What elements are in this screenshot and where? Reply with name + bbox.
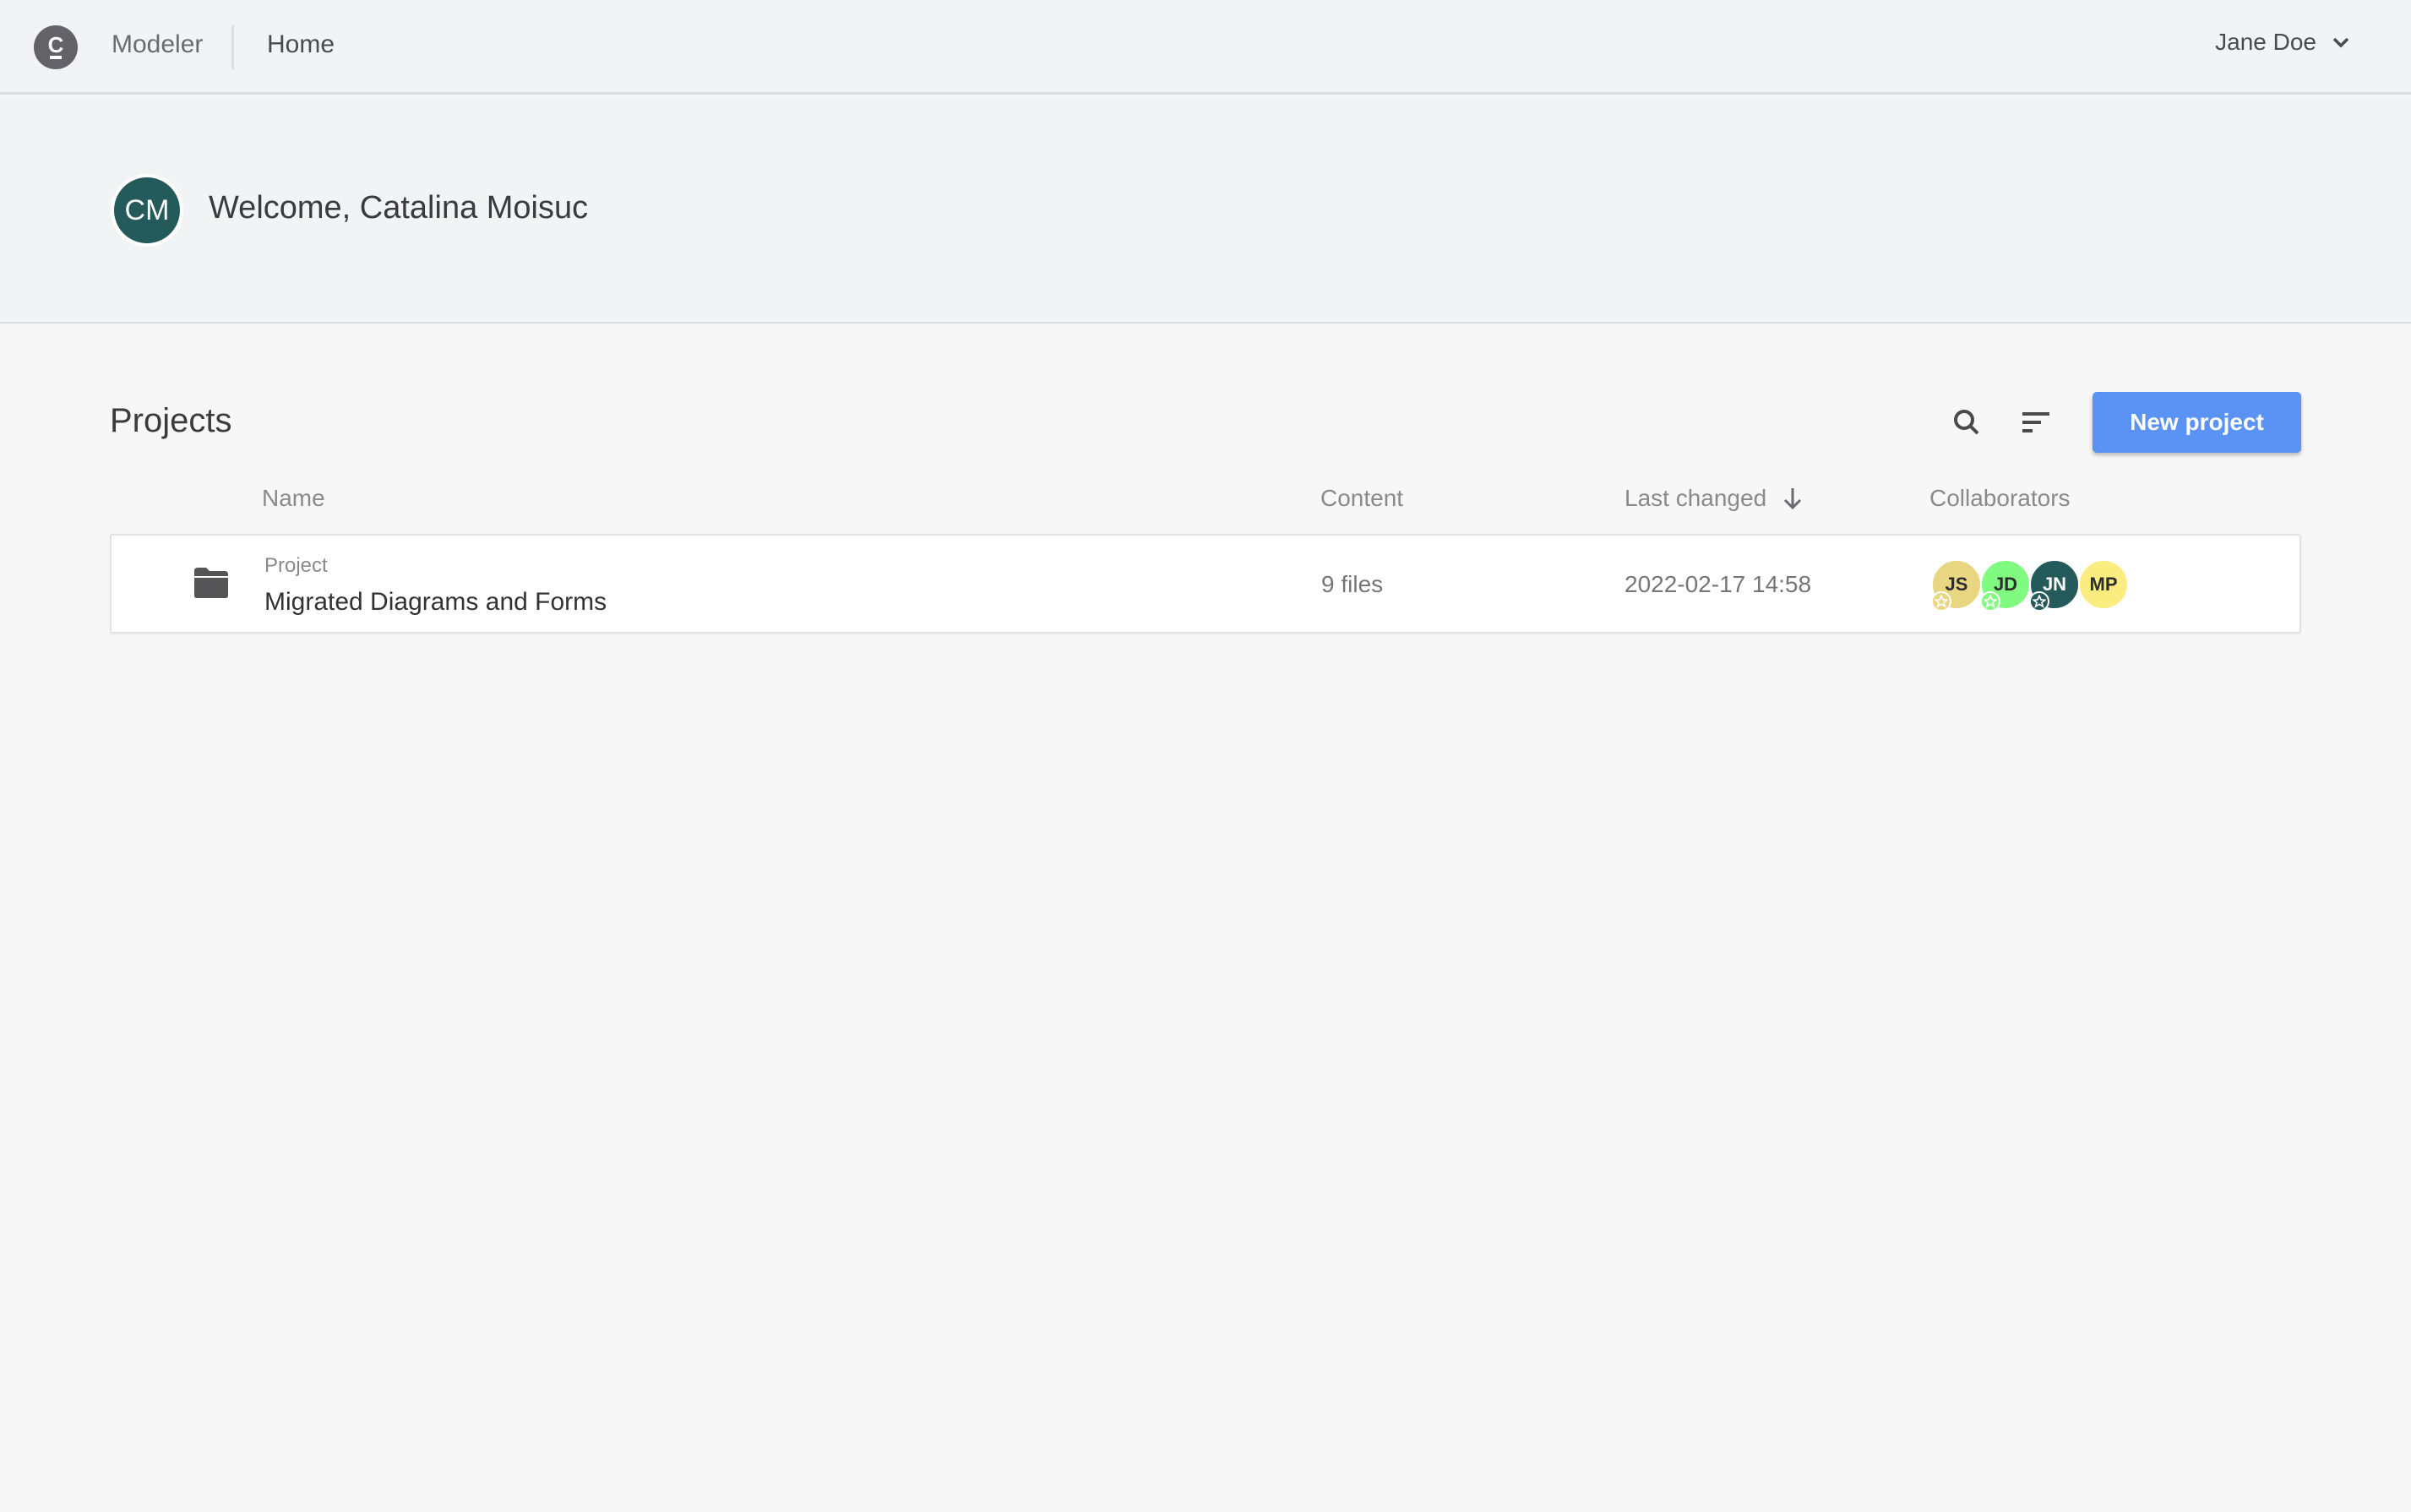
collaborator-initials: JD	[1993, 574, 2018, 595]
top-bar: C Modeler Home Jane Doe	[0, 0, 2411, 95]
folder-icon	[194, 568, 228, 598]
collaborator-avatar[interactable]: JD	[1980, 559, 2031, 612]
collaborator-avatar[interactable]: JN	[2029, 559, 2080, 612]
user-avatar: CM	[111, 174, 183, 247]
search-icon	[1954, 410, 1979, 435]
camunda-logo-icon: C	[48, 32, 64, 59]
arrow-down-icon	[1784, 488, 1802, 510]
app-logo[interactable]: C	[34, 25, 78, 69]
collaborator-initials: MP	[2089, 574, 2118, 595]
owner-star-icon	[1931, 591, 1951, 612]
welcome-title: Welcome, Catalina Moisuc	[209, 190, 589, 226]
column-header-content[interactable]: Content	[1320, 485, 1403, 512]
column-header-name[interactable]: Name	[262, 485, 325, 512]
breadcrumb-home[interactable]: Home	[267, 30, 335, 59]
search-button[interactable]	[1943, 399, 1990, 446]
owner-star-icon	[2029, 591, 2049, 612]
owner-star-icon	[1980, 591, 2000, 612]
collaborator-initials: JS	[1945, 574, 1968, 595]
projects-title: Projects	[110, 402, 232, 439]
column-header-collaborators[interactable]: Collaborators	[1929, 485, 2071, 512]
collaborator-avatar[interactable]: JS	[1931, 559, 1982, 612]
topbar-divider	[231, 25, 234, 69]
project-row[interactable]: Project Migrated Diagrams and Forms 9 fi…	[110, 534, 2301, 634]
collaborator-avatar[interactable]: MP	[2078, 559, 2129, 610]
welcome-banner: CM Welcome, Catalina Moisuc	[0, 97, 2411, 324]
chevron-down-icon	[2332, 37, 2349, 48]
sort-button[interactable]	[2012, 399, 2060, 446]
user-name: Jane Doe	[2215, 29, 2316, 55]
project-name[interactable]: Migrated Diagrams and Forms	[264, 588, 607, 617]
project-content-count: 9 files	[1321, 571, 1384, 597]
sort-icon	[2022, 412, 2049, 432]
collaborator-initials: JN	[2042, 574, 2067, 595]
column-header-last-changed[interactable]: Last changed	[1625, 485, 1804, 512]
project-kind-label: Project	[264, 554, 328, 577]
app-name[interactable]: Modeler	[112, 30, 203, 59]
project-last-changed: 2022-02-17 14:58	[1625, 571, 1812, 597]
user-menu[interactable]: Jane Doe	[2215, 29, 2350, 56]
new-project-button[interactable]: New project	[2093, 392, 2301, 453]
svg-text:C: C	[48, 32, 64, 57]
